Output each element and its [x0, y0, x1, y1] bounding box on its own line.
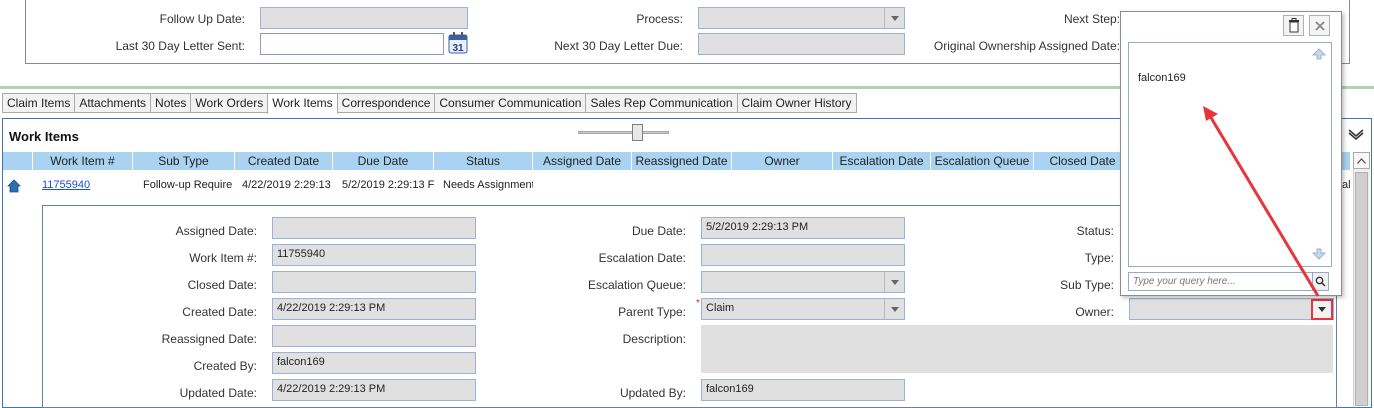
follow-up-date-label: Follow Up Date:	[159, 12, 245, 26]
last-30-day-letter-label: Last 30 Day Letter Sent:	[115, 39, 245, 53]
parent-type-label: Parent Type:	[618, 305, 686, 319]
assigned-date-label: Assigned Date:	[175, 224, 257, 238]
chevron-down-icon	[1318, 307, 1326, 312]
next-30-day-letter-label: Next 30 Day Letter Due:	[554, 39, 683, 53]
row-sub-type: Follow-up Require	[143, 179, 233, 191]
work-item-link[interactable]: 11755940	[42, 178, 122, 194]
tab-correspondence[interactable]: Correspondence	[336, 93, 436, 113]
escalation-date-field[interactable]	[701, 244, 905, 266]
description-field[interactable]	[701, 325, 1333, 373]
column-header[interactable]: Work Item #	[33, 152, 133, 170]
header-spacer	[3, 152, 33, 170]
tab-work-orders[interactable]: Work Orders	[190, 93, 269, 113]
updated-by-field[interactable]: falcon169	[701, 379, 905, 401]
closed-date-field[interactable]	[272, 271, 476, 293]
lookup-result-item[interactable]: falcon169	[1138, 72, 1186, 84]
owner-select[interactable]	[1129, 298, 1334, 320]
process-select[interactable]	[698, 7, 905, 29]
column-header[interactable]: Due Date	[333, 152, 434, 170]
zoom-slider-track[interactable]	[578, 131, 669, 134]
escalation-date-label: Escalation Date:	[598, 251, 686, 265]
column-header[interactable]: Closed Date	[1034, 152, 1132, 170]
due-date-field[interactable]: 5/2/2019 2:29:13 PM	[701, 217, 905, 239]
updated-date-label: Updated Date:	[179, 386, 257, 400]
row-status: Needs Assignment	[443, 179, 533, 191]
assigned-date-field[interactable]	[272, 217, 476, 239]
column-header[interactable]: Escalation Date	[833, 152, 931, 170]
row-due-date: 5/2/2019 2:29:13 F	[342, 179, 434, 191]
status-label: Status:	[1076, 224, 1114, 238]
lookup-query-input[interactable]: Type your query here...	[1128, 272, 1314, 291]
updated-by-label: Updated By:	[619, 386, 686, 400]
scroll-down-arrow-icon[interactable]	[1311, 248, 1327, 260]
work-item-house-icon[interactable]	[6, 178, 22, 194]
owner-dropdown-button[interactable]	[1311, 299, 1333, 320]
calendar-icon[interactable]: 31	[448, 32, 468, 54]
escalation-queue-select[interactable]	[701, 271, 905, 293]
column-header[interactable]: Reassigned Date	[632, 152, 732, 170]
type-label: Type:	[1084, 251, 1114, 265]
tab-notes[interactable]: Notes	[150, 93, 192, 113]
zoom-slider-thumb[interactable]	[632, 124, 643, 141]
row-created-date: 4/22/2019 2:29:13	[242, 179, 331, 191]
chevron-down-icon[interactable]	[884, 8, 904, 28]
close-icon[interactable]	[1309, 15, 1330, 36]
scroll-up-arrow-icon[interactable]	[1311, 48, 1327, 60]
owner-label: Owner:	[1075, 305, 1114, 319]
clear-icon[interactable]	[1283, 15, 1304, 36]
required-marker: *	[696, 298, 700, 309]
tab-claim-owner-history[interactable]: Claim Owner History	[736, 93, 857, 113]
scroll-up-button[interactable]	[1353, 152, 1370, 169]
closed-date-label: Closed Date:	[187, 278, 257, 292]
next-step-label: Next Step:	[1063, 12, 1120, 26]
column-header[interactable]: Escalation Queue	[931, 152, 1034, 170]
chevron-down-icon[interactable]	[884, 272, 904, 292]
tab-consumer-communication[interactable]: Consumer Communication	[434, 93, 587, 113]
created-date-field[interactable]: 4/22/2019 2:29:13 PM	[272, 298, 476, 320]
created-by-field[interactable]: falcon169	[272, 352, 476, 374]
created-date-label: Created Date:	[182, 305, 257, 319]
original-ownership-assigned-date-label: Original Ownership Assigned Date:	[933, 39, 1120, 53]
tab-strip: Claim Items Attachments Notes Work Order…	[2, 93, 857, 114]
tab-work-items[interactable]: Work Items	[267, 93, 338, 114]
panel-menu-icon[interactable]	[1346, 128, 1366, 144]
follow-up-date-field[interactable]	[260, 7, 468, 29]
escalation-queue-label: Escalation Queue:	[587, 278, 686, 292]
tab-attachments[interactable]: Attachments	[74, 93, 152, 113]
due-date-label: Due Date:	[631, 224, 686, 238]
process-label: Process:	[636, 12, 683, 26]
tab-claim-items[interactable]: Claim Items	[2, 93, 76, 113]
column-header[interactable]: Created Date	[235, 152, 333, 170]
parent-type-value: Claim	[706, 302, 735, 314]
created-by-label: Created By:	[193, 359, 257, 373]
work-item-number-field[interactable]: 11755940	[272, 244, 476, 266]
work-item-number-label: Work Item #:	[189, 251, 257, 265]
column-header[interactable]: Status	[434, 152, 533, 170]
chevron-down-icon[interactable]	[884, 299, 904, 319]
svg-text:31: 31	[452, 43, 464, 54]
description-label: Description:	[622, 332, 686, 346]
parent-type-select[interactable]: Claim	[701, 298, 905, 320]
reassigned-date-label: Reassigned Date:	[161, 332, 257, 346]
column-header[interactable]: Assigned Date	[533, 152, 632, 170]
tab-sales-rep-communication[interactable]: Sales Rep Communication	[585, 93, 738, 113]
reassigned-date-field[interactable]	[272, 325, 476, 347]
work-items-title: Work Items	[9, 129, 79, 144]
scrollbar-thumb[interactable]	[1355, 172, 1368, 406]
last-30-day-letter-input[interactable]	[260, 33, 444, 55]
sub-type-label: Sub Type:	[1060, 278, 1114, 292]
next-30-day-letter-field[interactable]	[698, 33, 905, 55]
column-header[interactable]: Sub Type	[133, 152, 235, 170]
search-icon[interactable]	[1312, 272, 1329, 291]
updated-date-field[interactable]: 4/22/2019 2:29:13 PM	[272, 379, 476, 401]
column-header[interactable]: Owner	[732, 152, 833, 170]
